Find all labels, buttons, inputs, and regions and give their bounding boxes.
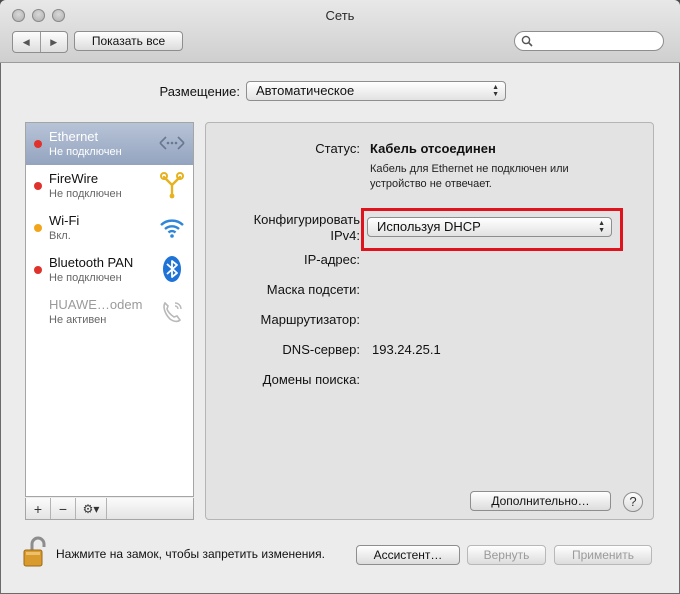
apply-button[interactable]: Применить bbox=[554, 545, 652, 565]
status-note-line1: Кабель для Ethernet не подключен или bbox=[370, 163, 569, 175]
service-item-huawei-modem[interactable]: HUAWE…odem Не активен bbox=[26, 291, 193, 333]
back-arrow-icon: ◀ bbox=[22, 36, 30, 47]
location-label: Размещение: bbox=[159, 84, 240, 99]
back-button[interactable]: ◀ bbox=[13, 32, 40, 52]
search-field[interactable] bbox=[514, 31, 664, 51]
window-title: Сеть bbox=[325, 8, 355, 23]
service-name: FireWire bbox=[49, 171, 99, 186]
advanced-button[interactable]: Дополнительно… bbox=[470, 491, 611, 511]
back-forward-control: ◀ ▶ bbox=[12, 31, 68, 53]
forward-button[interactable]: ▶ bbox=[39, 32, 68, 52]
revert-button[interactable]: Вернуть bbox=[467, 545, 546, 565]
service-status: Не подключен bbox=[49, 188, 122, 200]
dns-server-label: DNS-сервер: bbox=[282, 342, 360, 357]
search-icon bbox=[521, 35, 533, 47]
title-bar: Сеть ◀ ▶ Показать все bbox=[0, 0, 680, 63]
service-name: Wi-Fi bbox=[49, 213, 80, 228]
service-name: Ethernet bbox=[49, 129, 99, 144]
add-service-button[interactable]: + bbox=[26, 498, 51, 519]
router-label: Маршрутизатор: bbox=[260, 312, 360, 327]
service-status: Не активен bbox=[49, 314, 107, 326]
show-all-button[interactable]: Показать все bbox=[74, 31, 183, 51]
search-domains-label: Домены поиска: bbox=[262, 372, 360, 387]
subnet-mask-label: Маска подсети: bbox=[266, 282, 360, 297]
bluetooth-icon bbox=[163, 256, 181, 282]
ethernet-icon bbox=[159, 136, 185, 150]
network-preferences-window: Сеть ◀ ▶ Показать все Размещение: Автома… bbox=[0, 0, 680, 594]
service-list: Ethernet Не подключен FireWire Не подклю… bbox=[25, 122, 194, 497]
service-item-firewire[interactable]: FireWire Не подключен bbox=[26, 165, 193, 207]
search-input[interactable] bbox=[537, 33, 661, 51]
service-name: HUAWE…odem bbox=[49, 297, 143, 312]
status-value: Кабель отсоединен bbox=[370, 141, 496, 156]
service-status: Вкл. bbox=[49, 230, 71, 242]
configure-ipv4-label-line1: Конфигурировать bbox=[253, 212, 360, 227]
service-status: Не подключен bbox=[49, 272, 122, 284]
phone-modem-icon bbox=[163, 301, 182, 323]
gear-icon[interactable]: ⚙▾ bbox=[76, 498, 107, 519]
location-select[interactable]: Автоматическое ▲ ▼ bbox=[246, 81, 506, 101]
status-dot-red bbox=[34, 266, 42, 274]
service-status: Не подключен bbox=[49, 146, 122, 158]
status-note-line2: устройство не отвечает. bbox=[370, 178, 492, 190]
highlight-box bbox=[361, 208, 623, 251]
service-item-wifi[interactable]: Wi-Fi Вкл. bbox=[26, 207, 193, 249]
status-label: Статус: bbox=[315, 141, 360, 156]
firewire-icon bbox=[160, 172, 184, 199]
configure-ipv4-label-line2: IPv4: bbox=[330, 228, 360, 243]
lock-icon[interactable] bbox=[22, 536, 48, 568]
location-value: Автоматическое bbox=[256, 83, 355, 98]
service-item-bluetooth-pan[interactable]: Bluetooth PAN Не подключен bbox=[26, 249, 193, 291]
service-item-ethernet[interactable]: Ethernet Не подключен bbox=[26, 123, 193, 165]
dns-server-value: 193.24.25.1 bbox=[372, 342, 441, 357]
status-dot-orange bbox=[34, 224, 42, 232]
service-name: Bluetooth PAN bbox=[49, 255, 134, 270]
forward-arrow-icon: ▶ bbox=[50, 36, 58, 47]
assistant-button[interactable]: Ассистент… bbox=[356, 545, 460, 565]
ip-address-label: IP-адрес: bbox=[304, 252, 360, 267]
service-list-toolbar: + − ⚙▾ bbox=[25, 498, 194, 520]
wifi-icon bbox=[160, 219, 184, 238]
help-button[interactable]: ? bbox=[623, 492, 643, 512]
remove-service-button[interactable]: − bbox=[51, 498, 76, 519]
select-arrows-icon: ▲ ▼ bbox=[492, 84, 499, 98]
status-dot-red bbox=[34, 182, 42, 190]
lock-text: Нажмите на замок, чтобы запретить измене… bbox=[56, 547, 325, 561]
status-dot-red bbox=[34, 140, 42, 148]
